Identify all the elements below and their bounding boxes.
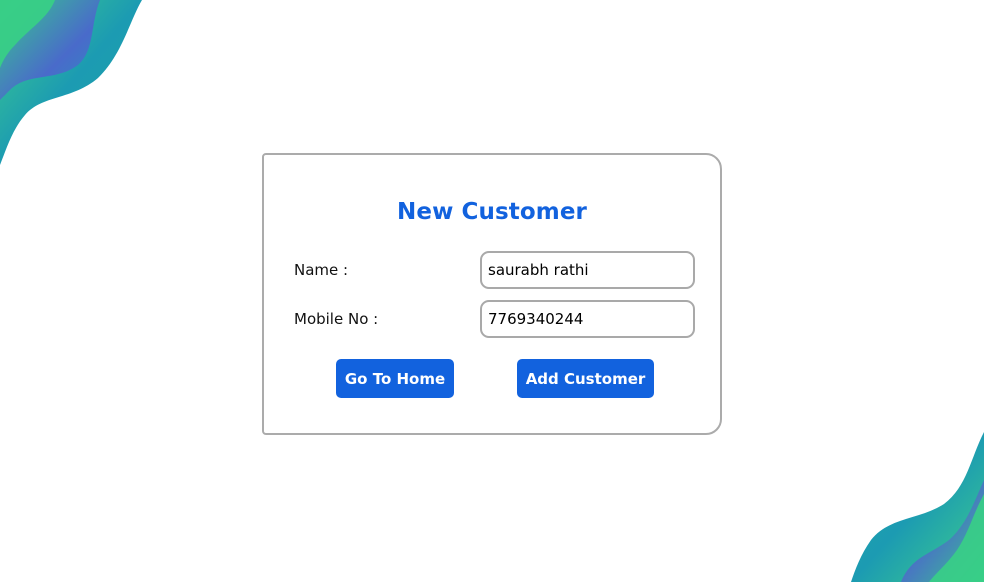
- new-customer-card: New Customer Name : Mobile No : Go To Ho…: [262, 153, 722, 435]
- go-to-home-button[interactable]: Go To Home: [336, 359, 454, 398]
- add-customer-button[interactable]: Add Customer: [517, 359, 654, 398]
- mobile-label: Mobile No :: [294, 310, 379, 328]
- name-input[interactable]: [480, 251, 695, 289]
- name-label: Name :: [294, 261, 349, 279]
- mobile-input[interactable]: [480, 300, 695, 338]
- form-title: New Customer: [397, 199, 587, 225]
- page: New Customer Name : Mobile No : Go To Ho…: [0, 0, 984, 582]
- decorative-wave-bottom-right: [851, 432, 984, 582]
- decorative-wave-top-left: [0, 0, 142, 165]
